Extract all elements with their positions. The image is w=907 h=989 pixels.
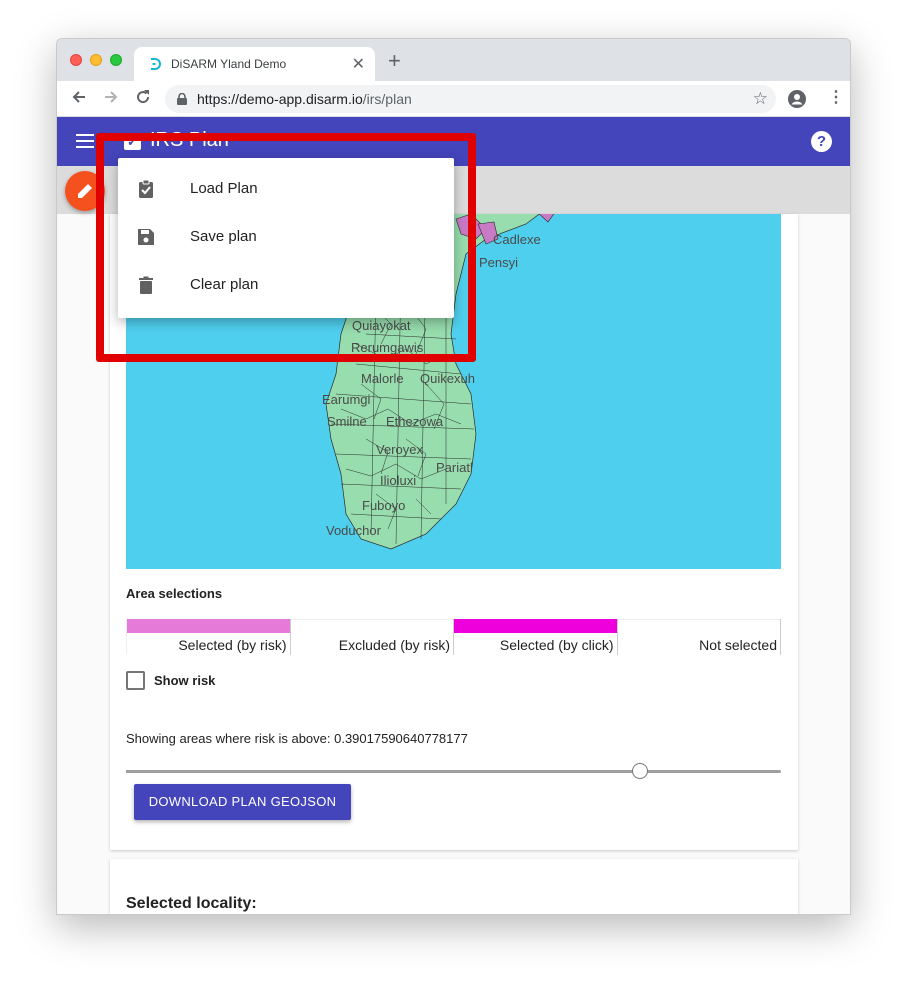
bookmark-star-icon[interactable]: ☆ <box>753 89 768 109</box>
map-label: Smilne <box>327 414 367 429</box>
legend-item: Excluded (by risk) <box>290 619 454 655</box>
map-label: Voduchor <box>326 523 381 538</box>
hamburger-menu-icon[interactable] <box>76 134 94 148</box>
page-title: IRS Plan <box>150 129 229 151</box>
url-host: https://demo-app.disarm.io <box>197 91 363 107</box>
menu-item-label: Load Plan <box>190 180 258 197</box>
tab-title: DiSARM Yland Demo <box>171 57 287 71</box>
browser-toolbar: https://demo-app.disarm.io/irs/plan ☆ ⋮ <box>57 81 850 117</box>
browser-tab[interactable]: DiSARM Yland Demo ✕ <box>134 47 375 81</box>
selection-legend: Selected (by risk) Excluded (by risk) Se… <box>126 619 781 655</box>
menu-item-label: Save plan <box>190 228 257 245</box>
legend-label: Not selected <box>699 637 777 653</box>
menu-item-save-plan[interactable]: Save plan <box>118 213 454 261</box>
url-path: /irs/plan <box>362 91 412 107</box>
slider-thumb[interactable] <box>632 763 649 779</box>
checkbox-icon: ✓ <box>124 133 141 150</box>
edit-fab-button[interactable] <box>65 171 105 211</box>
risk-slider[interactable] <box>126 763 781 779</box>
profile-avatar-icon[interactable] <box>788 90 806 108</box>
legend-item: Selected (by risk) <box>126 619 291 655</box>
legend-swatch <box>290 619 453 633</box>
clipboard-check-icon <box>139 179 153 198</box>
map-label: Pariatl <box>436 460 473 475</box>
maximize-window-button[interactable] <box>110 54 122 66</box>
browser-tabbar: DiSARM Yland Demo ✕ + <box>57 39 850 81</box>
legend-label: Selected (by click) <box>499 637 614 653</box>
pencil-icon <box>78 184 92 198</box>
map-label: Rerumgawis <box>351 340 424 355</box>
browser-menu-icon[interactable]: ⋮ <box>828 89 844 107</box>
new-tab-button[interactable]: + <box>388 50 401 72</box>
minimize-window-button[interactable] <box>90 54 102 66</box>
legend-label: Excluded (by risk) <box>338 637 450 653</box>
map-label: Ethezowa <box>386 414 444 429</box>
show-risk-checkbox[interactable] <box>126 671 145 690</box>
reload-icon[interactable] <box>132 88 154 110</box>
map-label: Fuboyo <box>362 498 406 513</box>
legend-swatch <box>454 619 617 633</box>
close-window-button[interactable] <box>70 54 82 66</box>
back-arrow-icon[interactable] <box>68 88 90 110</box>
menu-item-load-plan[interactable]: Load Plan <box>118 165 454 213</box>
selected-locality-card: Selected locality: <box>110 859 798 914</box>
selected-locality-title: Selected locality: <box>126 895 257 912</box>
area-selections-title: Area selections <box>126 586 223 601</box>
legend-item: Not selected <box>617 619 781 655</box>
menu-item-label: Clear plan <box>190 276 259 293</box>
tab-close-icon[interactable]: ✕ <box>352 54 365 74</box>
map-label: Veroyex <box>376 442 423 457</box>
trash-icon <box>139 276 153 294</box>
address-bar[interactable]: https://demo-app.disarm.io/irs/plan ☆ <box>165 85 776 113</box>
help-icon[interactable]: ? <box>811 131 832 152</box>
map-label: Malorle <box>361 371 404 386</box>
legend-swatch <box>617 619 780 633</box>
map-label: Quikexuh <box>420 371 475 386</box>
download-plan-geojson-button[interactable]: DOWNLOAD PLAN GEOJSON <box>134 784 351 820</box>
map-label: Earumgi <box>322 392 371 407</box>
legend-swatch <box>127 619 290 633</box>
menu-item-clear-plan[interactable]: Clear plan <box>118 261 454 309</box>
plan-menu-dropdown: Load Plan Save plan Clear plan <box>118 158 454 318</box>
slider-track-fill <box>126 770 641 773</box>
legend-item: Selected (by click) <box>454 619 618 655</box>
show-risk-label: Show risk <box>154 673 216 688</box>
legend-label: Selected (by risk) <box>178 637 287 653</box>
lock-icon <box>177 93 187 105</box>
map-label: Quiayokat <box>352 318 411 333</box>
map-label: Ilioluxi <box>380 473 417 488</box>
map-label: Cadlexe <box>493 232 541 247</box>
url-text: https://demo-app.disarm.io/irs/plan <box>197 91 412 107</box>
map-label: Pensyi <box>479 255 519 270</box>
disarm-favicon-icon <box>148 57 162 71</box>
save-icon <box>138 229 154 245</box>
risk-threshold-text: Showing areas where risk is above: 0.390… <box>126 731 468 746</box>
show-risk-row[interactable]: Show risk <box>126 671 215 690</box>
forward-arrow-icon[interactable] <box>100 88 122 110</box>
